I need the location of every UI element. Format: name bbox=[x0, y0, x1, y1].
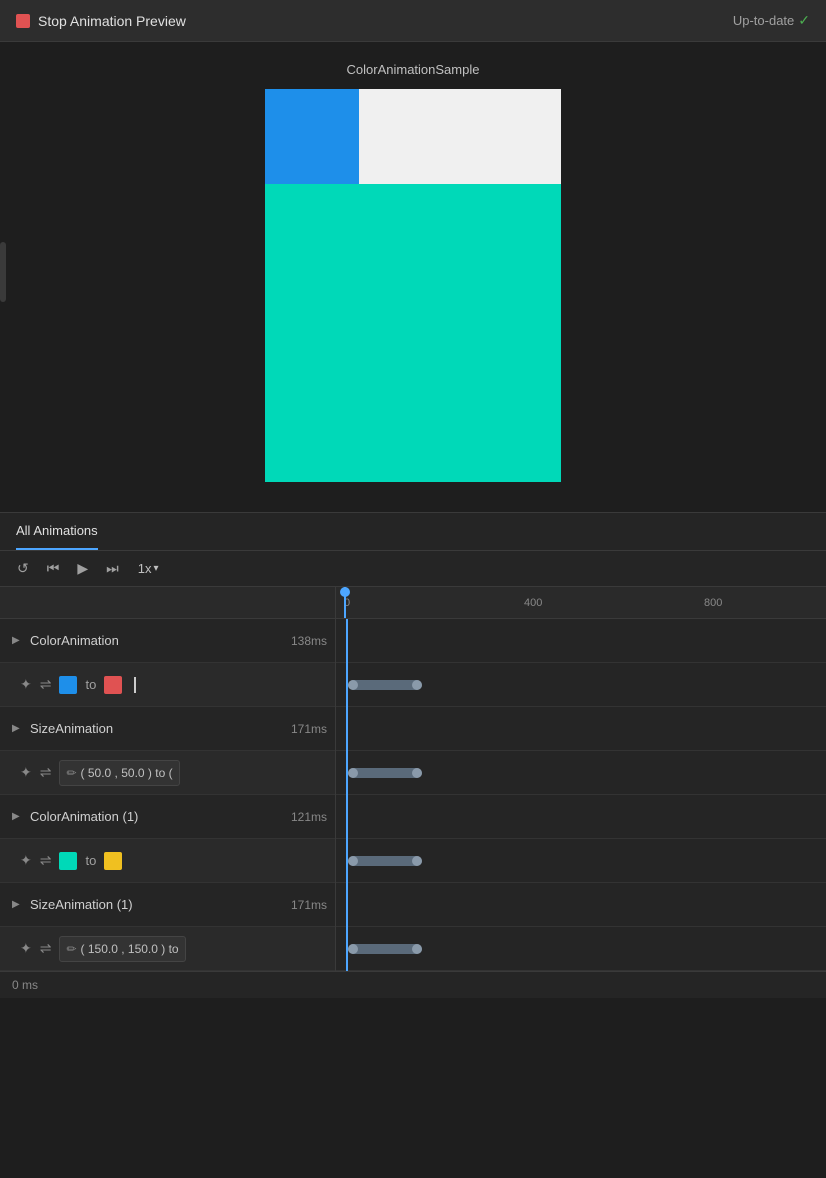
anim-row-color-animation[interactable]: ▶ ColorAnimation 138ms bbox=[0, 619, 335, 663]
header-title: Stop Animation Preview bbox=[38, 13, 186, 29]
tab-bar: All Animations bbox=[0, 513, 826, 551]
component-label: ColorAnimationSample bbox=[347, 62, 480, 77]
size-value-1: ( 50.0 , 50.0 ) to ( bbox=[81, 766, 173, 780]
animation-list: ▶ ColorAnimation 138ms ✦ ⇌ to ▶ SizeAnim… bbox=[0, 587, 336, 971]
stop-icon[interactable] bbox=[16, 14, 30, 28]
chevron-color-animation-1: ▶ bbox=[12, 811, 24, 822]
preview-area: ColorAnimationSample bbox=[0, 42, 826, 512]
edit-icon-3: ✏ bbox=[66, 942, 76, 956]
anim-row-size-animation[interactable]: ▶ SizeAnimation 171ms bbox=[0, 707, 335, 751]
sun-icon-3: ✦ bbox=[20, 940, 32, 957]
time-indicator: 0 ms bbox=[0, 971, 826, 998]
speed-label: 1x bbox=[138, 561, 152, 576]
header-left: Stop Animation Preview bbox=[16, 13, 186, 29]
ruler-mark-400: 400 bbox=[524, 597, 542, 609]
step-forward-button[interactable]: ⏭ bbox=[101, 557, 124, 580]
track-row-size-animation-1-header bbox=[336, 883, 826, 927]
anim-row-size-animation-1[interactable]: ▶ SizeAnimation (1) 171ms bbox=[0, 883, 335, 927]
anim-duration-color-animation: 138ms bbox=[291, 634, 327, 648]
chevron-size-animation-1: ▶ bbox=[12, 899, 24, 910]
timeline-right: 0 400 800 bbox=[336, 587, 826, 971]
repeat-icon-1: ⇌ bbox=[40, 764, 52, 781]
playhead-ruler bbox=[344, 587, 346, 618]
anim-duration-color-animation-1: 121ms bbox=[291, 810, 327, 824]
prop-row-size-animation: ✦ ⇌ ✏ ( 50.0 , 50.0 ) to ( bbox=[0, 751, 335, 795]
reset-button[interactable]: ↺ bbox=[12, 557, 34, 580]
track-dot-right-0 bbox=[412, 680, 422, 690]
canvas-white-box bbox=[359, 89, 561, 184]
track-row-size-animation-prop bbox=[336, 751, 826, 795]
track-dot-right-1 bbox=[412, 768, 422, 778]
track-dot-right-3 bbox=[412, 944, 422, 954]
track-bar-color-0[interactable] bbox=[348, 680, 422, 690]
track-row-color-animation-header bbox=[336, 619, 826, 663]
chevron-down-icon: ▾ bbox=[153, 563, 158, 574]
time-value: 0 ms bbox=[12, 978, 38, 992]
prop-row-color-animation-1: ✦ ⇌ to bbox=[0, 839, 335, 883]
tab-all-animations[interactable]: All Animations bbox=[16, 513, 98, 550]
resize-handle[interactable] bbox=[0, 242, 6, 302]
color-to-0[interactable] bbox=[104, 676, 122, 694]
animation-panel: All Animations ↺ ⏮ ▶ ⏭ 1x ▾ ▶ ColorAnima… bbox=[0, 513, 826, 998]
repeat-icon-2: ⇌ bbox=[40, 852, 52, 869]
track-dot-left-0 bbox=[348, 680, 358, 690]
anim-name-size-animation: SizeAnimation bbox=[30, 721, 285, 736]
track-row-color-animation-1-prop bbox=[336, 839, 826, 883]
step-back-button[interactable]: ⏮ bbox=[42, 557, 65, 580]
repeat-icon-0: ⇌ bbox=[40, 676, 52, 693]
status-text: Up-to-date bbox=[733, 13, 794, 28]
sun-icon-2: ✦ bbox=[20, 852, 32, 869]
track-bar-size-1[interactable] bbox=[348, 768, 422, 778]
track-bar-color-2[interactable] bbox=[348, 856, 422, 866]
ruler-mark-800: 800 bbox=[704, 597, 722, 609]
header-status: Up-to-date ✓ bbox=[733, 12, 810, 29]
timeline-container: ▶ ColorAnimation 138ms ✦ ⇌ to ▶ SizeAnim… bbox=[0, 587, 826, 971]
color-from-2[interactable] bbox=[59, 852, 77, 870]
prop-to-text-2: to bbox=[85, 853, 96, 868]
track-row-color-animation-1-header bbox=[336, 795, 826, 839]
preview-canvas bbox=[265, 89, 561, 482]
cursor-0 bbox=[134, 677, 136, 693]
anim-duration-size-animation: 171ms bbox=[291, 722, 327, 736]
track-row-size-animation-1-prop bbox=[336, 927, 826, 971]
play-button[interactable]: ▶ bbox=[72, 557, 93, 580]
track-row-color-animation-prop bbox=[336, 663, 826, 707]
prop-row-size-animation-1: ✦ ⇌ ✏ ( 150.0 , 150.0 ) to bbox=[0, 927, 335, 971]
track-area bbox=[336, 619, 826, 971]
playhead-head bbox=[340, 587, 350, 597]
repeat-icon-3: ⇌ bbox=[40, 940, 52, 957]
anim-duration-size-animation-1: 171ms bbox=[291, 898, 327, 912]
anim-row-color-animation-1[interactable]: ▶ ColorAnimation (1) 121ms bbox=[0, 795, 335, 839]
canvas-blue-box bbox=[265, 89, 359, 184]
chevron-color-animation: ▶ bbox=[12, 635, 24, 646]
track-row-size-animation-header bbox=[336, 707, 826, 751]
track-dot-left-1 bbox=[348, 768, 358, 778]
track-dot-left-2 bbox=[348, 856, 358, 866]
sun-icon-1: ✦ bbox=[20, 764, 32, 781]
speed-selector[interactable]: 1x ▾ bbox=[132, 559, 165, 578]
anim-name-size-animation-1: SizeAnimation (1) bbox=[30, 897, 285, 912]
track-dot-left-3 bbox=[348, 944, 358, 954]
anim-name-color-animation-1: ColorAnimation (1) bbox=[30, 809, 285, 824]
sun-icon-0: ✦ bbox=[20, 676, 32, 693]
prop-row-color-animation: ✦ ⇌ to bbox=[0, 663, 335, 707]
chevron-size-animation: ▶ bbox=[12, 723, 24, 734]
track-dot-right-2 bbox=[412, 856, 422, 866]
track-bar-size-3[interactable] bbox=[348, 944, 422, 954]
color-from-0[interactable] bbox=[59, 676, 77, 694]
check-icon: ✓ bbox=[798, 12, 810, 29]
size-value-3: ( 150.0 , 150.0 ) to bbox=[81, 942, 179, 956]
color-to-2[interactable] bbox=[104, 852, 122, 870]
anim-name-color-animation: ColorAnimation bbox=[30, 633, 285, 648]
size-input-1[interactable]: ✏ ( 50.0 , 50.0 ) to ( bbox=[59, 760, 179, 786]
controls-bar: ↺ ⏮ ▶ ⏭ 1x ▾ bbox=[0, 551, 826, 587]
header: Stop Animation Preview Up-to-date ✓ bbox=[0, 0, 826, 42]
prop-to-text-0: to bbox=[85, 677, 96, 692]
size-input-3[interactable]: ✏ ( 150.0 , 150.0 ) to bbox=[59, 936, 185, 962]
canvas-teal-box bbox=[265, 184, 561, 482]
edit-icon-1: ✏ bbox=[66, 766, 76, 780]
ruler-spacer bbox=[0, 587, 335, 619]
ruler: 0 400 800 bbox=[336, 587, 826, 619]
